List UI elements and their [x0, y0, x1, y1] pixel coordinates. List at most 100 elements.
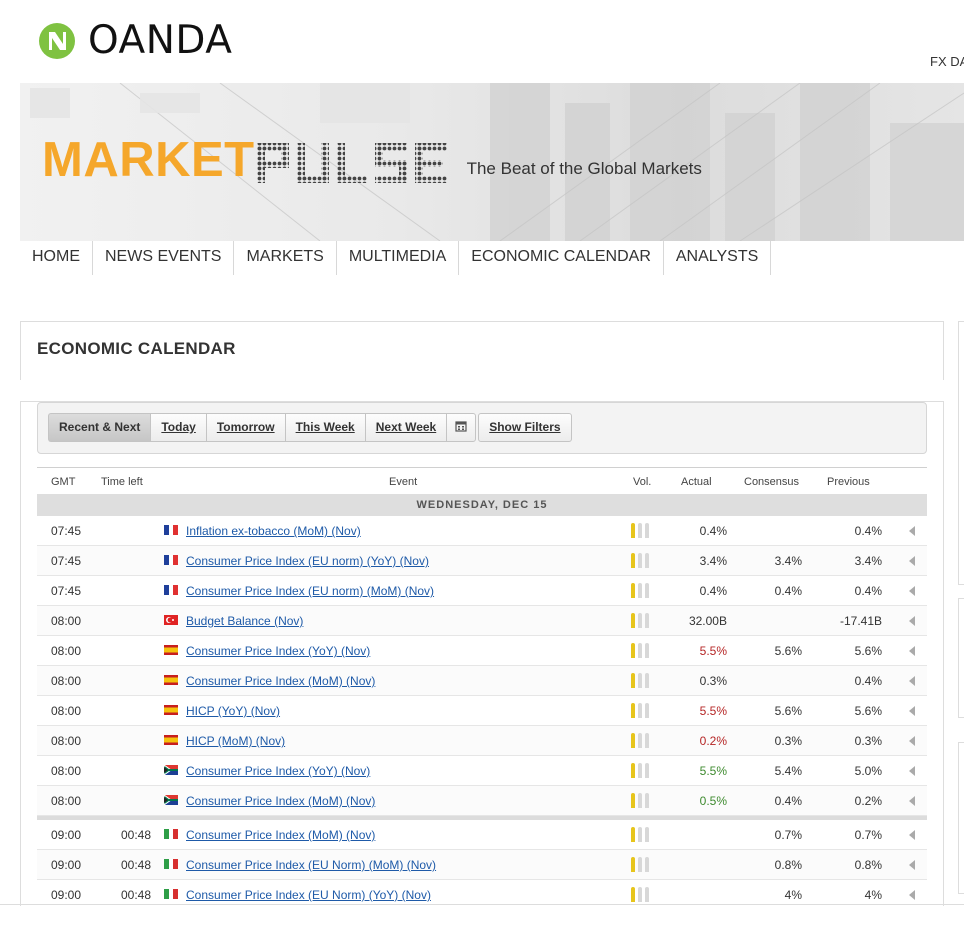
country-flag-icon-za	[164, 765, 178, 775]
section-title-panel: ECONOMIC CALENDAR	[20, 321, 944, 380]
fx-data-link[interactable]: FX DA	[930, 54, 964, 69]
event-previous: 4%	[864, 888, 882, 902]
table-row: 08:00 Consumer Price Index (YoY) (Nov) 5.5…	[37, 756, 927, 786]
event-link[interactable]: Budget Balance (Nov)	[186, 614, 303, 628]
oanda-logo-icon	[39, 22, 75, 59]
expand-arrow-icon[interactable]	[909, 736, 915, 746]
event-time-gmt: 09:00	[51, 828, 82, 842]
volatility-bar	[631, 703, 635, 718]
col-header-previous: Previous	[827, 476, 870, 488]
table-row: 07:45 Inflation ex-tobacco (MoM) (Nov) 0.4…	[37, 516, 927, 546]
expand-arrow-icon[interactable]	[909, 616, 915, 626]
expand-arrow-icon[interactable]	[909, 586, 915, 596]
volatility-bar	[638, 673, 642, 688]
event-time-gmt: 07:45	[51, 584, 82, 598]
page-bottom-divider	[0, 904, 964, 905]
volatility-bar	[638, 793, 642, 808]
nav-analysts[interactable]: ANALYSTS	[664, 241, 772, 275]
volatility-bar	[638, 733, 642, 748]
volatility-indicator	[631, 887, 652, 902]
table-row: 09:00 00:48 Consumer Price Index (MoM) (No…	[37, 820, 927, 850]
tomorrow-button[interactable]: Tomorrow	[205, 413, 285, 442]
country-flag-icon-it	[164, 829, 178, 839]
event-link[interactable]: HICP (MoM) (Nov)	[186, 734, 285, 748]
volatility-bar	[631, 553, 635, 568]
table-row: 09:00 00:48 Consumer Price Index (EU Norm)…	[37, 880, 927, 906]
event-link[interactable]: Consumer Price Index (MoM) (Nov)	[186, 674, 375, 688]
page-title: ECONOMIC CALENDAR	[37, 339, 236, 358]
event-previous: 0.2%	[854, 794, 882, 808]
event-link[interactable]: Inflation ex-tobacco (MoM) (Nov)	[186, 524, 361, 538]
event-actual: 0.3%	[699, 674, 727, 688]
event-link[interactable]: Consumer Price Index (MoM) (Nov)	[186, 794, 375, 808]
event-link[interactable]: Consumer Price Index (EU Norm) (MoM) (No…	[186, 858, 436, 872]
event-link[interactable]: HICP (YoY) (Nov)	[186, 704, 280, 718]
nav-home[interactable]: HOME	[20, 241, 93, 275]
event-previous: 0.4%	[854, 584, 882, 598]
event-consensus: 3.4%	[774, 554, 802, 568]
event-time-gmt: 08:00	[51, 704, 82, 718]
event-previous: 0.7%	[854, 828, 882, 842]
event-link[interactable]: Consumer Price Index (YoY) (Nov)	[186, 644, 370, 658]
volatility-bar	[638, 703, 642, 718]
show-filters-button[interactable]: Show Filters	[478, 413, 572, 442]
day-header: WEDNESDAY, DEC 15	[37, 494, 927, 516]
event-actual: 5.5%	[699, 704, 727, 718]
nav-markets[interactable]: MARKETS	[234, 241, 337, 275]
event-previous: 0.4%	[854, 524, 882, 538]
expand-arrow-icon[interactable]	[909, 860, 915, 870]
nav-news-events[interactable]: NEWS EVENTS	[93, 241, 235, 275]
event-group: 07:45 Inflation ex-tobacco (MoM) (Nov) 0.4…	[37, 516, 927, 816]
expand-arrow-icon[interactable]	[909, 796, 915, 806]
expand-arrow-icon[interactable]	[909, 646, 915, 656]
expand-arrow-icon[interactable]	[909, 676, 915, 686]
country-flag-icon-fr	[164, 585, 178, 595]
volatility-bar	[638, 763, 642, 778]
event-previous: -17.41B	[839, 614, 882, 628]
event-actual: 5.5%	[699, 644, 727, 658]
calendar-icon	[455, 421, 467, 432]
table-row: 08:00 Consumer Price Index (MoM) (Nov) 0.3…	[37, 666, 927, 696]
next-week-button[interactable]: Next Week	[364, 413, 447, 442]
event-link[interactable]: Consumer Price Index (EU Norm) (YoY) (No…	[186, 888, 431, 902]
volatility-bar	[631, 583, 635, 598]
expand-arrow-icon[interactable]	[909, 526, 915, 536]
event-link[interactable]: Consumer Price Index (MoM) (Nov)	[186, 828, 375, 842]
table-row: 08:00 Consumer Price Index (MoM) (Nov) 0.5…	[37, 786, 927, 816]
expand-arrow-icon[interactable]	[909, 830, 915, 840]
event-previous: 5.6%	[854, 644, 882, 658]
expand-arrow-icon[interactable]	[909, 706, 915, 716]
event-link[interactable]: Consumer Price Index (YoY) (Nov)	[186, 764, 370, 778]
table-header: GMT Time left Event Vol. Actual Consensu…	[37, 467, 927, 494]
expand-arrow-icon[interactable]	[909, 766, 915, 776]
event-actual: 3.4%	[699, 554, 727, 568]
country-flag-icon-es	[164, 675, 178, 685]
calendar-panel: Recent & Next Today Tomorrow This Week N…	[20, 401, 944, 906]
volatility-bar	[645, 887, 649, 902]
event-previous: 5.0%	[854, 764, 882, 778]
event-time-gmt: 08:00	[51, 674, 82, 688]
event-link[interactable]: Consumer Price Index (EU norm) (YoY) (No…	[186, 554, 429, 568]
country-flag-icon-fr	[164, 555, 178, 565]
expand-arrow-icon[interactable]	[909, 890, 915, 900]
nav-multimedia[interactable]: MULTIMEDIA	[337, 241, 460, 275]
oanda-logo[interactable]: OANDA	[38, 18, 232, 63]
today-button[interactable]: Today	[150, 413, 206, 442]
event-actual: 5.5%	[699, 764, 727, 778]
this-week-button[interactable]: This Week	[284, 413, 365, 442]
event-link[interactable]: Consumer Price Index (EU norm) (MoM) (No…	[186, 584, 434, 598]
recent-next-button[interactable]: Recent & Next	[48, 413, 151, 442]
event-actual: 0.2%	[699, 734, 727, 748]
event-time-gmt: 09:00	[51, 888, 82, 902]
event-consensus: 5.6%	[774, 644, 802, 658]
volatility-bar	[638, 857, 642, 872]
expand-arrow-icon[interactable]	[909, 556, 915, 566]
col-header-actual: Actual	[681, 476, 712, 488]
calendar-picker-button[interactable]	[446, 413, 477, 442]
nav-economic-calendar[interactable]: ECONOMIC CALENDAR	[459, 241, 664, 275]
event-previous: 0.3%	[854, 734, 882, 748]
volatility-bar	[631, 673, 635, 688]
event-time-gmt: 07:45	[51, 554, 82, 568]
table-row: 08:00 HICP (YoY) (Nov) 5.5% 5.6% 5.6%	[37, 696, 927, 726]
filter-toolbar: Recent & Next Today Tomorrow This Week N…	[37, 402, 927, 454]
